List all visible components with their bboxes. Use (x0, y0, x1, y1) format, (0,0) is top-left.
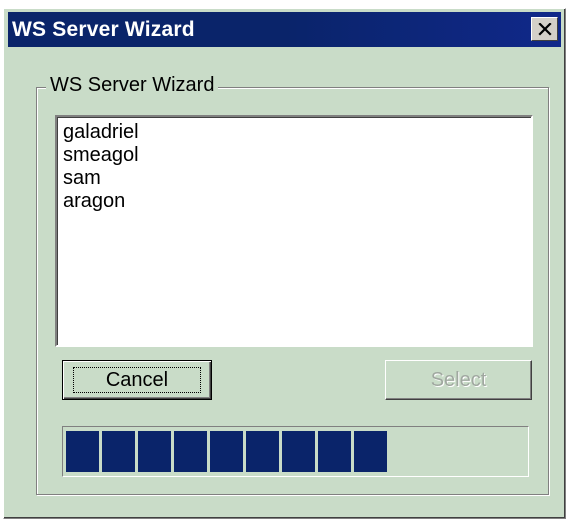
close-button[interactable] (531, 17, 558, 41)
cancel-button[interactable]: Cancel (62, 360, 212, 400)
progress-fill (66, 431, 388, 472)
select-button[interactable]: Select (385, 360, 532, 400)
cancel-button-label: Cancel (73, 367, 201, 393)
progress-bar (62, 426, 529, 477)
title-bar[interactable]: WS Server Wizard (8, 12, 561, 47)
list-item[interactable]: galadriel (63, 121, 525, 144)
progress-track (66, 431, 525, 472)
groupbox-label: WS Server Wizard (46, 74, 219, 97)
list-item[interactable]: sam (63, 167, 525, 190)
close-icon (537, 22, 552, 36)
list-item[interactable]: smeagol (63, 144, 525, 167)
server-listbox[interactable]: galadriel smeagol sam aragon (55, 115, 533, 347)
list-item[interactable]: aragon (63, 190, 525, 213)
window-title: WS Server Wizard (12, 18, 195, 41)
